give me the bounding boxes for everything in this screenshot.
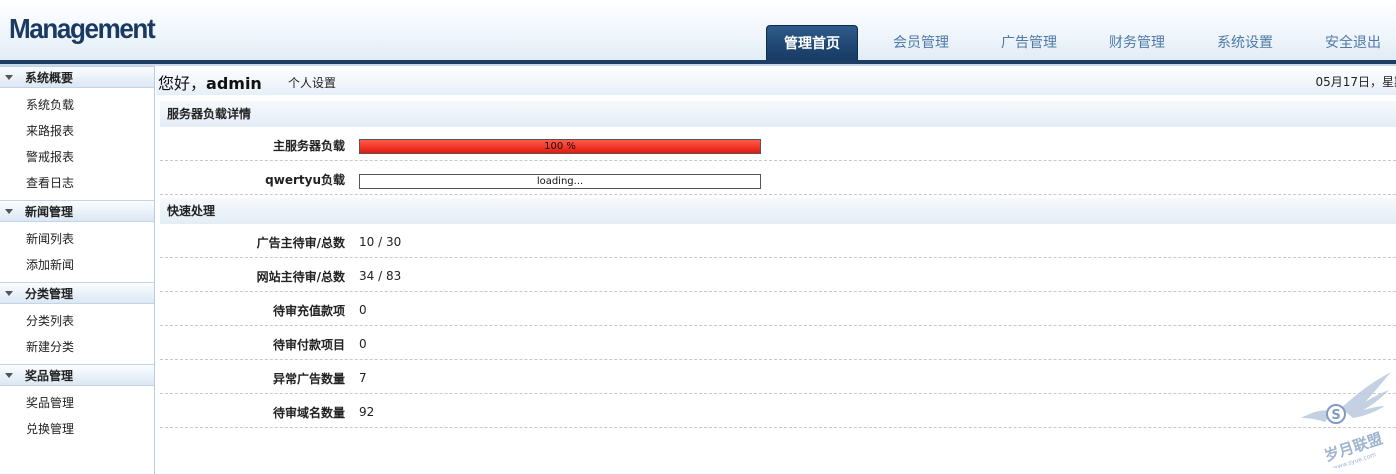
row-label: 异常广告数量 bbox=[272, 372, 345, 386]
progress-text: 100 % bbox=[544, 141, 576, 152]
personal-settings-link[interactable]: 个人设置 bbox=[288, 74, 336, 91]
sidebar-section-title: 奖品管理 bbox=[25, 369, 74, 383]
watermark-logo: S 岁月联盟 www.syue.com bbox=[1301, 372, 1391, 468]
server-load-row: 主服务器负载 100 % bbox=[160, 127, 1396, 161]
sidebar-section-category[interactable]: 分类管理 bbox=[0, 282, 154, 304]
sidebar-item-system-load[interactable]: 系统负载 bbox=[0, 92, 154, 118]
sidebar-section-title: 分类管理 bbox=[25, 287, 74, 301]
tab-home[interactable]: 管理首页 bbox=[766, 25, 858, 61]
quick-row: 待审付款项目 0 bbox=[160, 326, 1396, 360]
tab-finance[interactable]: 财务管理 bbox=[1083, 25, 1191, 61]
sidebar-item-alert-report[interactable]: 警戒报表 bbox=[0, 144, 154, 170]
sidebar-item-add-news[interactable]: 添加新闻 bbox=[0, 252, 154, 278]
row-value: 34 / 83 bbox=[359, 269, 402, 283]
row-value: 0 bbox=[359, 337, 367, 351]
sidebar-item-category-list[interactable]: 分类列表 bbox=[0, 308, 154, 334]
sidebar: 系统概要 系统负载 来路报表 警戒报表 查看日志 新闻管理 新闻列表 添加新闻 … bbox=[0, 66, 155, 474]
row-label: 待审付款项目 bbox=[272, 338, 345, 352]
sidebar-section-title: 系统概要 bbox=[25, 71, 74, 85]
progress-bar: 100 % bbox=[359, 139, 761, 154]
quick-row: 网站主待审/总数 34 / 83 bbox=[160, 258, 1396, 292]
main-content: 您好，admin 个人设置 05月17日，星期一 服务器负载详情 主服务器负载 … bbox=[156, 66, 1396, 474]
server-load-row: qwertyu负载 loading... bbox=[160, 161, 1396, 195]
sidebar-item-exchange-management[interactable]: 兑换管理 bbox=[0, 416, 154, 442]
header: Management 管理首页 会员管理 广告管理 财务管理 系统设置 安全退出 bbox=[0, 0, 1396, 66]
row-label: qwertyu负载 bbox=[265, 173, 345, 187]
sidebar-item-view-logs[interactable]: 查看日志 bbox=[0, 170, 154, 196]
tab-logout[interactable]: 安全退出 bbox=[1299, 25, 1396, 61]
watermark-letter: S bbox=[1331, 408, 1340, 423]
progress-text: loading... bbox=[536, 176, 584, 187]
welcome-bar: 您好，admin 个人设置 05月17日，星期一 bbox=[156, 66, 1396, 95]
app-logo: Management bbox=[9, 13, 156, 44]
row-label: 广告主待审/总数 bbox=[256, 236, 345, 250]
row-value: 10 / 30 bbox=[359, 235, 402, 249]
quick-row: 异常广告数量 7 bbox=[160, 360, 1396, 394]
tab-settings[interactable]: 系统设置 bbox=[1191, 25, 1299, 61]
row-label: 主服务器负载 bbox=[272, 139, 345, 153]
triangle-down-icon bbox=[5, 75, 13, 80]
triangle-down-icon bbox=[5, 291, 13, 296]
sidebar-item-new-category[interactable]: 新建分类 bbox=[0, 334, 154, 360]
sidebar-section-prizes[interactable]: 奖品管理 bbox=[0, 364, 154, 386]
progress-bar: loading... bbox=[359, 174, 761, 189]
tab-members[interactable]: 会员管理 bbox=[867, 25, 975, 61]
row-label: 网站主待审/总数 bbox=[256, 270, 345, 284]
tab-ads[interactable]: 广告管理 bbox=[975, 25, 1083, 61]
triangle-down-icon bbox=[5, 373, 13, 378]
row-value: 7 bbox=[359, 371, 367, 385]
sidebar-section-overview[interactable]: 系统概要 bbox=[0, 66, 154, 88]
greeting-prefix: 您好， bbox=[158, 74, 207, 93]
greeting: 您好，admin bbox=[158, 70, 262, 94]
sidebar-section-title: 新闻管理 bbox=[25, 205, 74, 219]
row-value: 92 bbox=[359, 405, 375, 419]
row-label: 待审充值款项 bbox=[272, 304, 345, 318]
quick-row: 待审域名数量 92 bbox=[160, 394, 1396, 428]
sidebar-section-news[interactable]: 新闻管理 bbox=[0, 200, 154, 222]
row-label: 待审域名数量 bbox=[272, 406, 345, 420]
triangle-down-icon bbox=[5, 209, 13, 214]
server-load-panel-title: 服务器负载详情 bbox=[160, 101, 1396, 127]
current-date: 05月17日，星期一 bbox=[1315, 75, 1396, 89]
quick-row: 广告主待审/总数 10 / 30 bbox=[160, 224, 1396, 258]
quick-process-panel-title: 快速处理 bbox=[160, 198, 1396, 224]
sidebar-item-prize-management[interactable]: 奖品管理 bbox=[0, 390, 154, 416]
sidebar-item-referrer-report[interactable]: 来路报表 bbox=[0, 118, 154, 144]
quick-row: 待审充值款项 0 bbox=[160, 292, 1396, 326]
username: admin bbox=[206, 74, 262, 93]
sidebar-item-news-list[interactable]: 新闻列表 bbox=[0, 226, 154, 252]
row-value: 0 bbox=[359, 303, 367, 317]
